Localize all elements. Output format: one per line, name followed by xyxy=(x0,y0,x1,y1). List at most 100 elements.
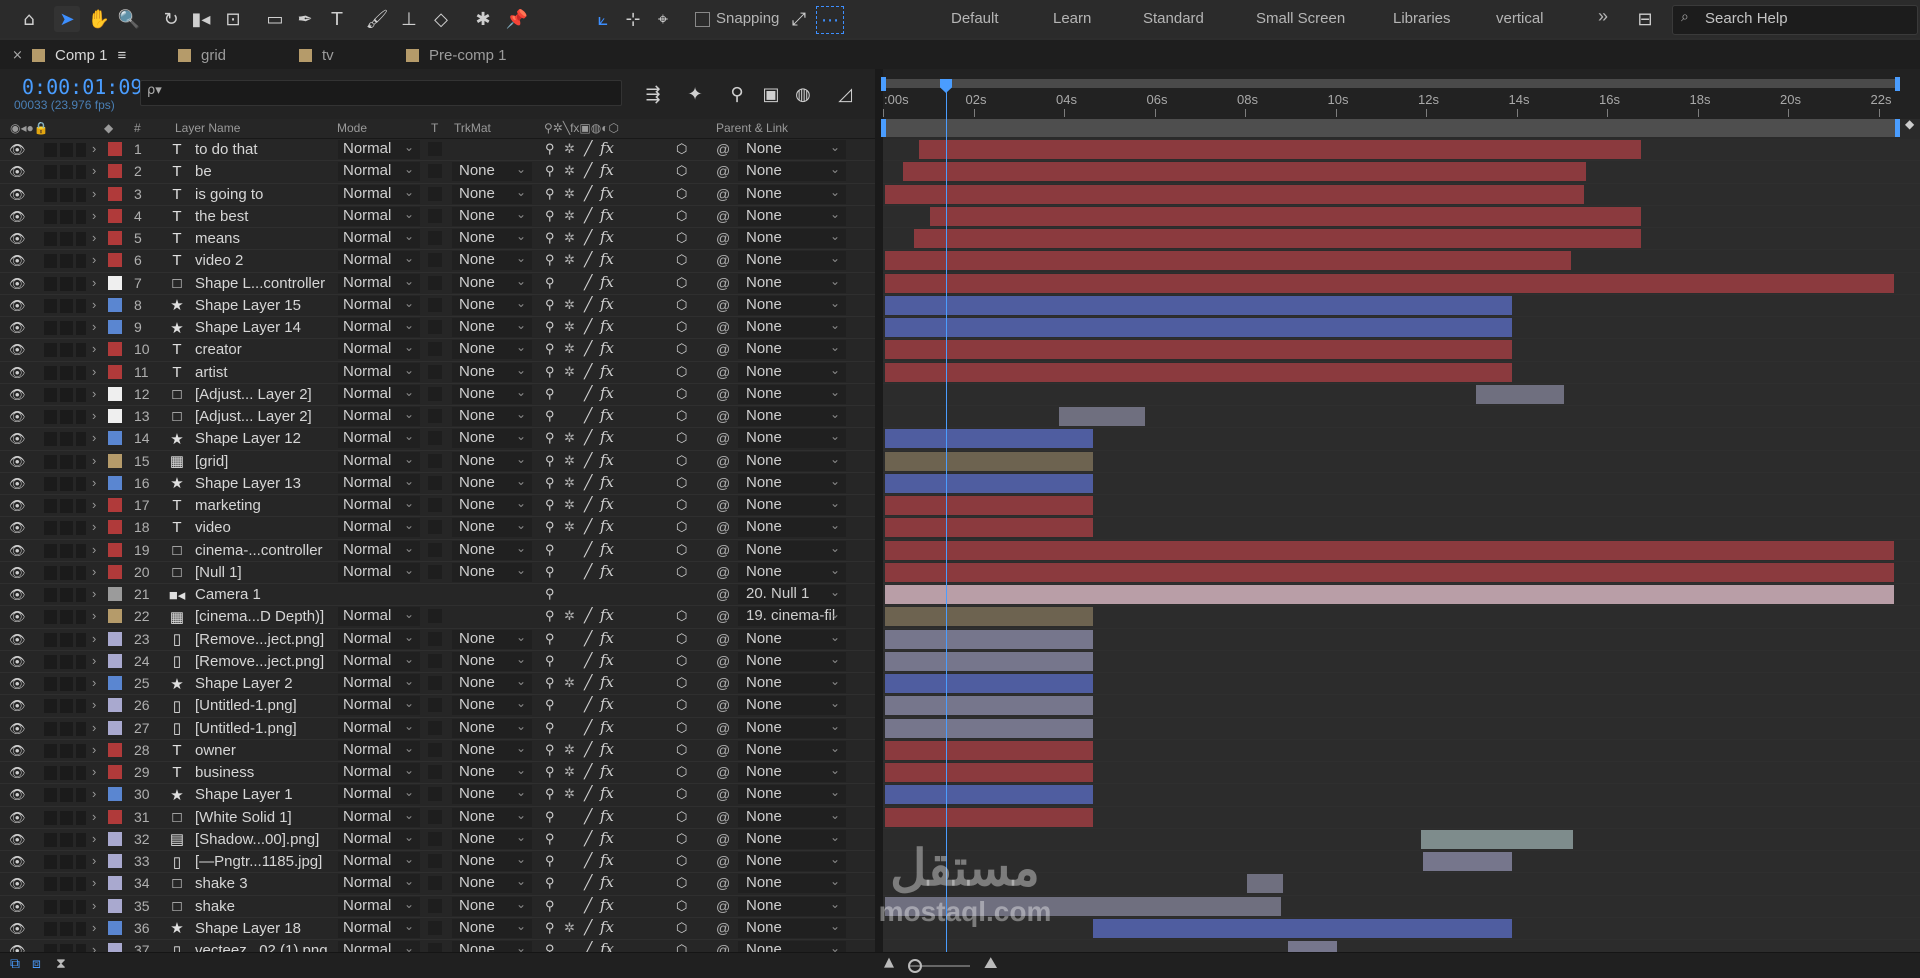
visibility-eye-icon[interactable]: 👁 xyxy=(9,231,26,247)
3d-layer-switch-icon[interactable]: ⬡ xyxy=(676,831,687,847)
layer-row[interactable]: 👁 › 34 □ shake 3 Normal ⌄ None ⌄ ⚲ ╱ fx ⬡ @ None ⌄ xyxy=(0,873,880,896)
audio-toggle[interactable] xyxy=(44,855,57,869)
layer-duration-bar[interactable] xyxy=(885,273,1895,293)
quality-switch-icon[interactable]: ╱ xyxy=(584,919,592,936)
parent-link-select[interactable]: None ⌄ xyxy=(738,206,846,226)
shy-switch-icon[interactable]: ⚲ xyxy=(545,186,555,202)
layer-duration-bar[interactable] xyxy=(903,162,1587,182)
pick-whip-icon[interactable]: @ xyxy=(716,608,730,624)
label-color-swatch[interactable] xyxy=(108,742,122,757)
solo-toggle[interactable] xyxy=(60,254,73,269)
expand-chevron-icon[interactable]: › xyxy=(92,875,96,890)
track-matte-select[interactable]: None ⌄ xyxy=(452,229,532,248)
layer-row[interactable]: 👁 › 25 ★ Shape Layer 2 Normal ⌄ None ⌄ ⚲ ✲ ╱ fx ⬡ @ Non… xyxy=(0,673,880,696)
blend-mode-select[interactable]: Normal ⌄ xyxy=(338,718,420,738)
lock-toggle[interactable] xyxy=(76,298,86,313)
effects-switch-icon[interactable]: fx xyxy=(600,918,614,936)
quality-switch-icon[interactable]: ╱ xyxy=(584,474,592,491)
layer-row[interactable]: 👁 › 7 □ Shape L...controller Normal ⌄ None ⌄ ⚲ ╱ fx… xyxy=(0,272,880,295)
preserve-transparency-toggle[interactable] xyxy=(428,431,442,446)
parent-link-select[interactable]: None ⌄ xyxy=(738,540,846,560)
shy-switch-icon[interactable]: ⚲ xyxy=(545,519,555,535)
expand-chevron-icon[interactable]: › xyxy=(92,809,96,824)
parent-link-select[interactable]: None ⌄ xyxy=(738,763,846,782)
layer-duration-bar[interactable] xyxy=(885,496,1094,515)
type-tool-icon[interactable]: T xyxy=(324,6,350,32)
lock-toggle[interactable] xyxy=(76,721,86,736)
preserve-transparency-toggle[interactable] xyxy=(428,186,442,201)
audio-toggle[interactable] xyxy=(44,565,57,580)
blend-mode-select[interactable]: Normal ⌄ xyxy=(338,607,420,627)
parent-link-select[interactable]: None ⌄ xyxy=(738,651,846,671)
parent-link-select[interactable]: None ⌄ xyxy=(738,473,846,493)
lock-toggle[interactable] xyxy=(76,365,86,380)
blend-mode-select[interactable]: Normal ⌄ xyxy=(338,384,420,404)
expand-chevron-icon[interactable]: › xyxy=(92,653,96,668)
visibility-eye-icon[interactable]: 👁 xyxy=(9,409,26,425)
3d-layer-switch-icon[interactable]: ⬡ xyxy=(676,764,687,780)
label-color-swatch[interactable] xyxy=(108,231,122,245)
label-color-swatch[interactable] xyxy=(108,720,122,735)
quality-switch-icon[interactable]: ╱ xyxy=(584,874,592,891)
3d-layer-switch-icon[interactable]: ⬡ xyxy=(676,608,687,624)
parent-link-select[interactable]: None ⌄ xyxy=(738,785,846,805)
expand-chevron-icon[interactable]: › xyxy=(92,475,96,490)
layer-duration-bar[interactable] xyxy=(918,140,1641,159)
solo-toggle[interactable] xyxy=(60,832,73,847)
solo-toggle[interactable] xyxy=(60,855,73,869)
pick-whip-icon[interactable]: @ xyxy=(716,453,730,469)
pick-whip-icon[interactable]: @ xyxy=(716,408,730,424)
label-color-swatch[interactable] xyxy=(108,431,122,446)
lock-toggle[interactable] xyxy=(76,810,86,825)
lock-toggle[interactable] xyxy=(76,855,86,869)
visibility-eye-icon[interactable]: 👁 xyxy=(9,654,26,670)
layer-name[interactable]: [White Solid 1] xyxy=(195,809,292,826)
layer-name[interactable]: [Remove...ject.png] xyxy=(195,631,324,648)
label-color-swatch[interactable] xyxy=(108,142,122,156)
layer-duration-bar[interactable] xyxy=(885,451,1094,471)
effects-switch-icon[interactable]: fx xyxy=(600,495,614,513)
shy-switch-icon[interactable]: ⚲ xyxy=(545,764,555,780)
visibility-eye-icon[interactable]: 👁 xyxy=(9,476,26,492)
parent-link-select[interactable]: None ⌄ xyxy=(738,362,846,382)
pen-tool-icon[interactable]: ✒ xyxy=(292,6,318,32)
layer-name[interactable]: [Remove...ject.png] xyxy=(195,653,324,670)
layer-row[interactable]: 👁 › 37 ▯ vecteez...02 (1).png Normal ⌄ None ⌄ ⚲ ╱ f… xyxy=(0,940,880,952)
audio-toggle[interactable] xyxy=(44,743,57,758)
pick-whip-icon[interactable]: @ xyxy=(716,564,730,580)
quality-switch-icon[interactable]: ╱ xyxy=(584,429,592,446)
pick-whip-icon[interactable]: @ xyxy=(716,141,730,157)
audio-toggle[interactable] xyxy=(44,766,57,780)
visibility-eye-icon[interactable]: 👁 xyxy=(9,142,26,158)
zoom-out-icon[interactable]: ▲ xyxy=(884,955,894,970)
visibility-eye-icon[interactable]: 👁 xyxy=(9,632,26,648)
time-navigator[interactable] xyxy=(883,79,1898,88)
layer-duration-bar[interactable] xyxy=(885,540,1895,560)
audio-toggle[interactable] xyxy=(44,276,57,291)
visibility-eye-icon[interactable]: 👁 xyxy=(9,810,26,826)
visibility-eye-icon[interactable]: 👁 xyxy=(9,676,26,692)
pick-whip-icon[interactable]: @ xyxy=(716,519,730,535)
pick-whip-icon[interactable]: @ xyxy=(716,942,730,952)
shy-switch-icon[interactable]: ⚲ xyxy=(545,942,555,952)
workspace-settings-icon[interactable]: ⊟ xyxy=(1630,6,1660,32)
local-axis-icon[interactable]: ⟀ xyxy=(590,6,616,32)
preserve-transparency-toggle[interactable] xyxy=(428,520,442,535)
track-matte-select[interactable]: None ⌄ xyxy=(452,451,532,471)
layer-duration-bar[interactable] xyxy=(1475,384,1564,404)
effects-switch-icon[interactable]: fx xyxy=(600,206,614,224)
blend-mode-select[interactable]: Normal ⌄ xyxy=(338,763,420,782)
layer-duration-bar[interactable] xyxy=(885,763,1094,782)
audio-toggle[interactable] xyxy=(44,165,57,180)
audio-toggle[interactable] xyxy=(44,944,57,952)
blend-mode-select[interactable]: Normal ⌄ xyxy=(338,740,420,760)
preserve-transparency-toggle[interactable] xyxy=(428,297,442,312)
visibility-eye-icon[interactable]: 👁 xyxy=(9,276,26,292)
quality-switch-icon[interactable]: ╱ xyxy=(584,229,592,246)
quality-switch-icon[interactable]: ╱ xyxy=(584,251,592,268)
solo-toggle[interactable] xyxy=(60,476,73,491)
label-color-swatch[interactable] xyxy=(108,676,122,690)
effects-switch-icon[interactable]: fx xyxy=(600,428,614,446)
audio-toggle[interactable] xyxy=(44,232,57,246)
lock-toggle[interactable] xyxy=(76,499,86,513)
